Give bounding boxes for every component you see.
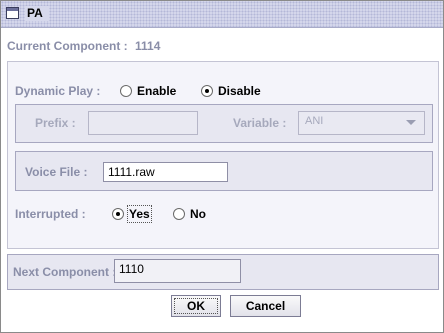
voice-file-input[interactable]: 1111.raw <box>103 162 228 182</box>
window-icon <box>6 7 19 19</box>
cancel-button[interactable]: Cancel <box>230 295 301 317</box>
title-bar[interactable]: PA <box>1 1 443 28</box>
radio-selected-dot <box>116 212 120 216</box>
dynamic-play-enable-label[interactable]: Enable <box>137 84 176 98</box>
voice-file-label: Voice File : <box>25 165 88 179</box>
pa-dialog: PA Current Component : 1114 Dynamic Play… <box>0 0 444 333</box>
variable-select[interactable]: ANI <box>298 111 425 135</box>
dynamic-play-disable-label[interactable]: Disable <box>218 84 261 98</box>
window-title: PA <box>25 6 49 21</box>
interrupted-yes-radio[interactable] <box>112 208 124 220</box>
prefix-input[interactable] <box>88 111 198 135</box>
prefix-label: Prefix : <box>35 116 76 130</box>
variable-select-value: ANI <box>305 115 324 127</box>
dynamic-play-label: Dynamic Play : <box>15 84 101 98</box>
next-component-label: Next Component : <box>13 265 117 279</box>
interrupted-no-radio[interactable] <box>173 208 185 220</box>
interrupted-yes-label[interactable]: Yes <box>127 205 152 223</box>
current-component-value: 1114 <box>135 39 161 53</box>
next-component-input[interactable]: 1110 <box>114 259 241 283</box>
dynamic-play-enable-radio[interactable] <box>120 85 132 97</box>
interrupted-no-label[interactable]: No <box>190 207 206 221</box>
interrupted-label: Interrupted : <box>15 207 86 221</box>
dynamic-play-disable-radio[interactable] <box>201 85 213 97</box>
current-component-label: Current Component : <box>7 39 128 53</box>
ok-button[interactable]: OK <box>171 295 221 317</box>
radio-selected-dot <box>205 89 209 93</box>
variable-label: Variable : <box>233 116 287 130</box>
ok-button-label: OK <box>187 299 205 313</box>
chevron-down-icon <box>406 120 416 125</box>
